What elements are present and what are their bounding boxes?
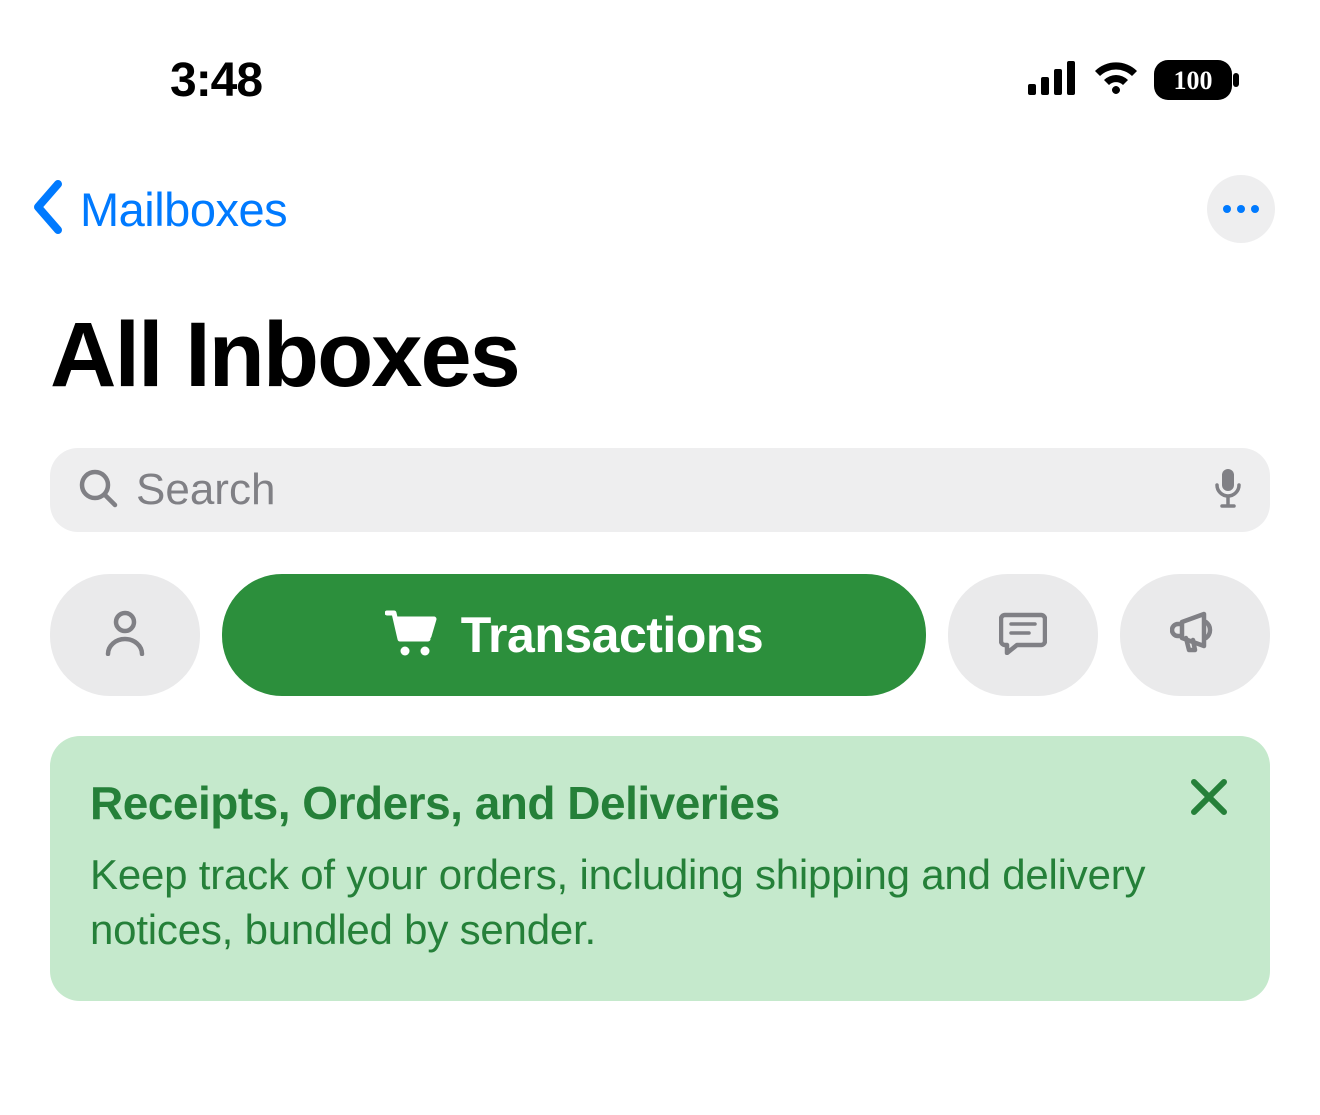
info-banner: Receipts, Orders, and Deliveries Keep tr…: [50, 736, 1270, 1001]
category-promotions[interactable]: [1120, 574, 1270, 696]
category-label: Transactions: [461, 606, 763, 664]
megaphone-icon: [1170, 610, 1220, 661]
category-primary[interactable]: [50, 574, 200, 696]
person-icon: [103, 610, 147, 661]
banner-close-button[interactable]: [1188, 776, 1230, 823]
message-icon: [999, 611, 1047, 660]
signal-icon: [1028, 61, 1078, 100]
search-bar[interactable]: [50, 448, 1270, 532]
cart-icon: [385, 609, 437, 662]
wifi-icon: [1092, 61, 1140, 100]
search-input[interactable]: [136, 465, 1196, 515]
status-indicators: 100: [1028, 60, 1240, 100]
search-container: [50, 448, 1270, 532]
category-updates[interactable]: [948, 574, 1098, 696]
category-transactions[interactable]: Transactions: [222, 574, 926, 696]
status-time: 3:48: [170, 53, 262, 108]
banner-body: Keep track of your orders, including shi…: [90, 848, 1230, 957]
close-icon: [1190, 803, 1228, 820]
search-icon: [78, 468, 118, 513]
banner-title: Receipts, Orders, and Deliveries: [90, 776, 780, 830]
page-title: All Inboxes: [0, 273, 1320, 438]
status-bar: 3:48 100: [0, 0, 1320, 135]
battery-indicator: 100: [1154, 60, 1240, 100]
category-row: Transactions: [0, 562, 1320, 736]
nav-bar: Mailboxes: [0, 135, 1320, 273]
svg-text:100: 100: [1174, 66, 1213, 95]
back-label: Mailboxes: [80, 182, 287, 237]
more-button[interactable]: [1207, 175, 1275, 243]
back-button[interactable]: Mailboxes: [30, 180, 287, 239]
chevron-left-icon: [30, 180, 66, 239]
more-icon: [1223, 200, 1259, 218]
microphone-icon[interactable]: [1214, 467, 1242, 514]
